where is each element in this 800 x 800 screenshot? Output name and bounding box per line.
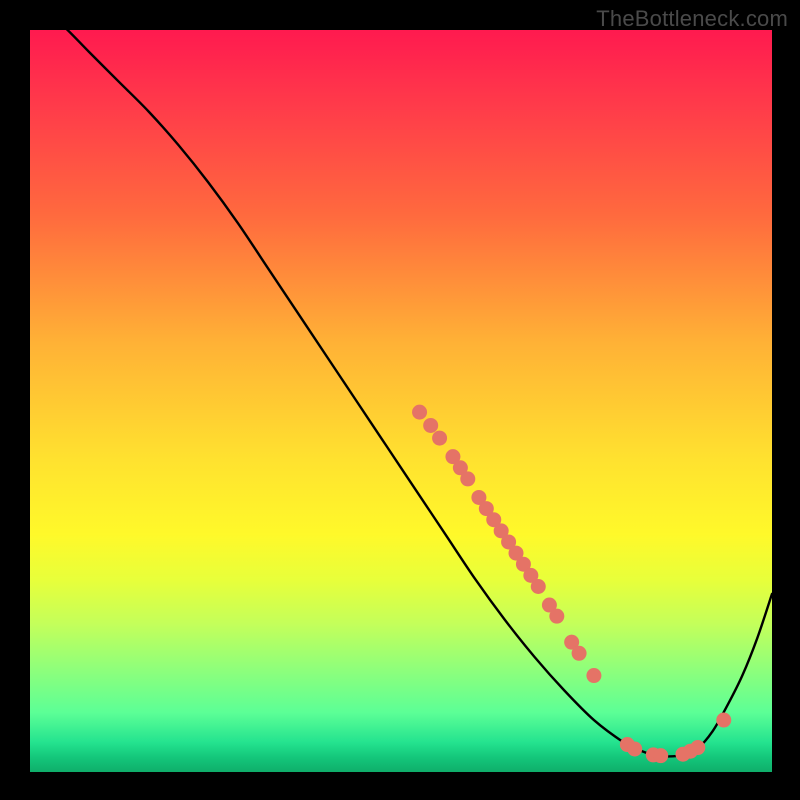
data-marker: [572, 646, 587, 661]
data-markers: [412, 405, 731, 764]
data-marker: [432, 431, 447, 446]
data-marker: [627, 742, 642, 757]
data-marker: [653, 748, 668, 763]
data-marker: [531, 579, 546, 594]
data-marker: [460, 471, 475, 486]
data-marker: [716, 713, 731, 728]
data-marker: [549, 609, 564, 624]
data-marker: [412, 405, 427, 420]
data-marker: [586, 668, 601, 683]
chart-frame: [30, 30, 772, 772]
data-marker: [423, 418, 438, 433]
data-marker: [690, 740, 705, 755]
plot-canvas: [30, 30, 772, 772]
watermark-text: TheBottleneck.com: [596, 6, 788, 32]
bottleneck-curve: [30, 30, 772, 756]
